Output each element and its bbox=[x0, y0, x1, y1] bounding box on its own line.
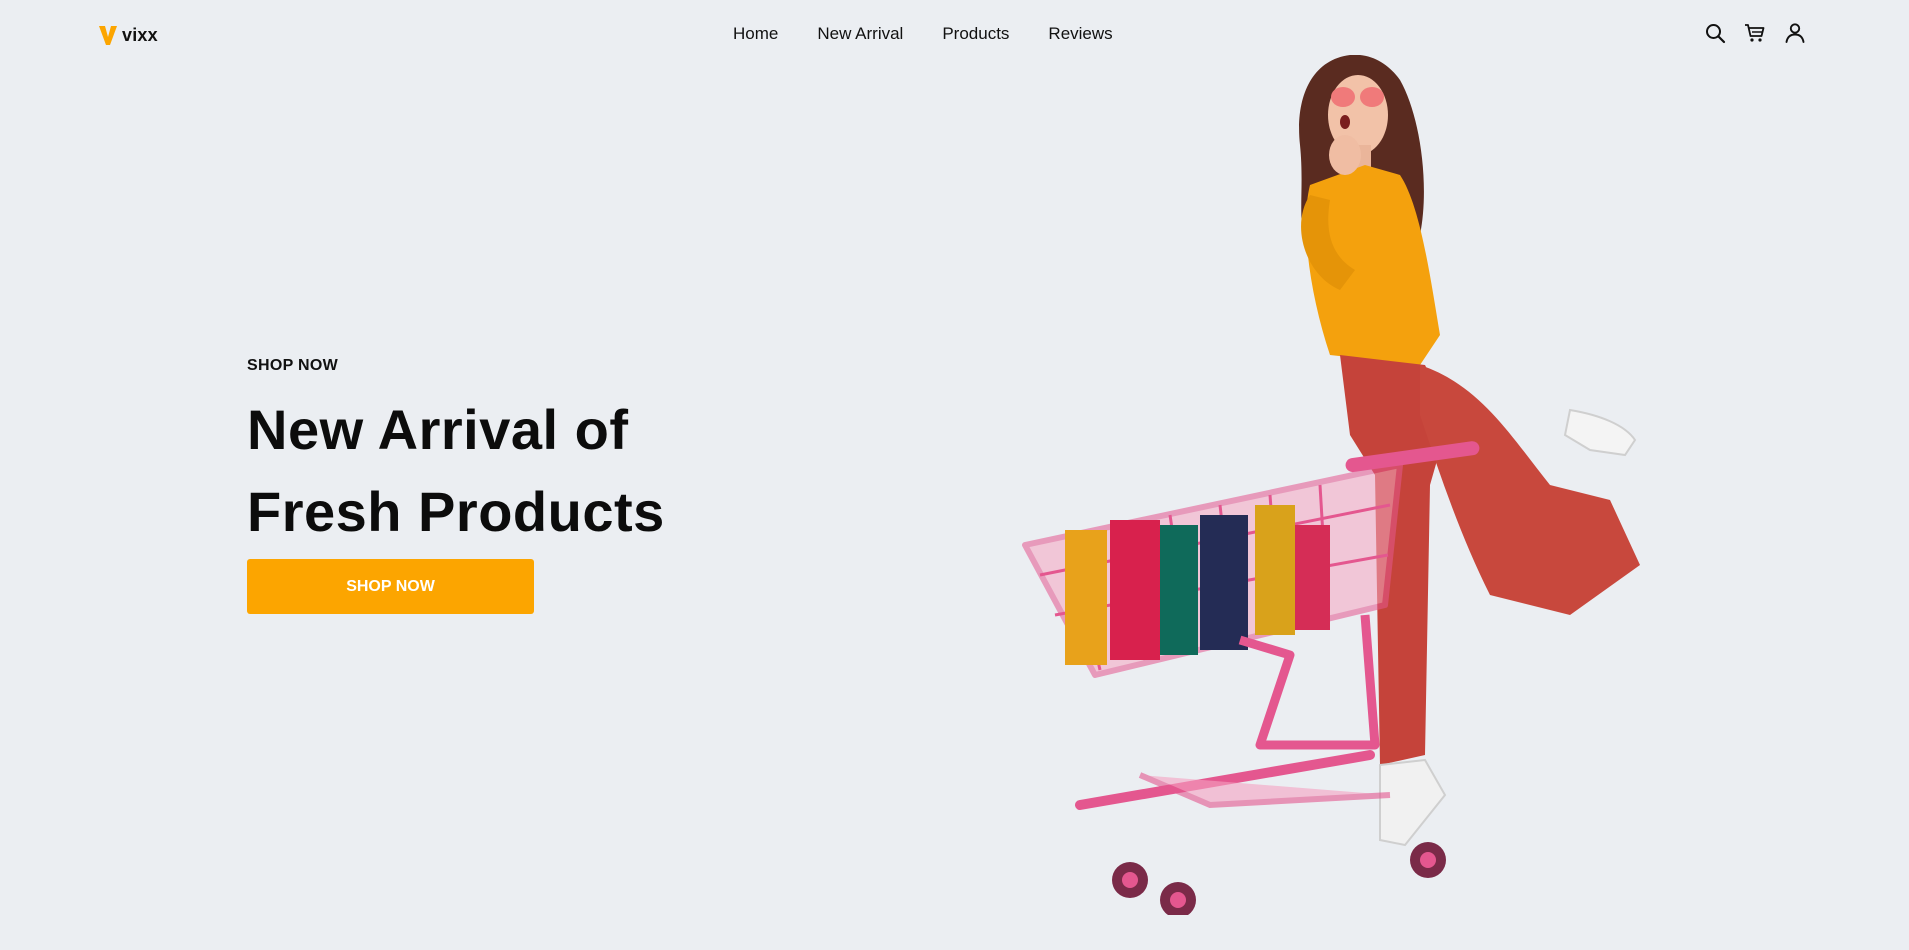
nav-link-new-arrival[interactable]: New Arrival bbox=[817, 24, 903, 43]
nav-link-products[interactable]: Products bbox=[942, 24, 1009, 43]
hero-headline-line-1: New Arrival of bbox=[247, 398, 629, 461]
search-icon bbox=[1706, 24, 1726, 44]
hero-headline-line-2: Fresh Products bbox=[247, 480, 665, 543]
logo-v-icon bbox=[99, 26, 117, 45]
cart-icon bbox=[1745, 24, 1765, 42]
cart-button[interactable] bbox=[1743, 21, 1767, 45]
hero-text: SHOP NOW New Arrival of Fresh Products bbox=[247, 357, 665, 553]
hero-headline: New Arrival of Fresh Products bbox=[247, 389, 665, 553]
nav-link-reviews[interactable]: Reviews bbox=[1048, 24, 1112, 43]
account-button[interactable] bbox=[1783, 21, 1807, 45]
hero-eyebrow: SHOP NOW bbox=[247, 357, 339, 374]
nav-link-home[interactable]: Home bbox=[733, 24, 778, 43]
brand-logo[interactable]: vixx bbox=[98, 24, 158, 46]
brand-name: vixx bbox=[122, 24, 158, 45]
main-nav: Home New Arrival Products Reviews bbox=[733, 24, 1113, 44]
hero-image-woman-with-shopping-cart bbox=[1022, 55, 1640, 915]
shop-now-button[interactable]: SHOP NOW bbox=[247, 559, 534, 614]
search-button[interactable] bbox=[1703, 21, 1727, 45]
nav-actions bbox=[1703, 21, 1807, 45]
user-icon bbox=[1785, 23, 1805, 43]
